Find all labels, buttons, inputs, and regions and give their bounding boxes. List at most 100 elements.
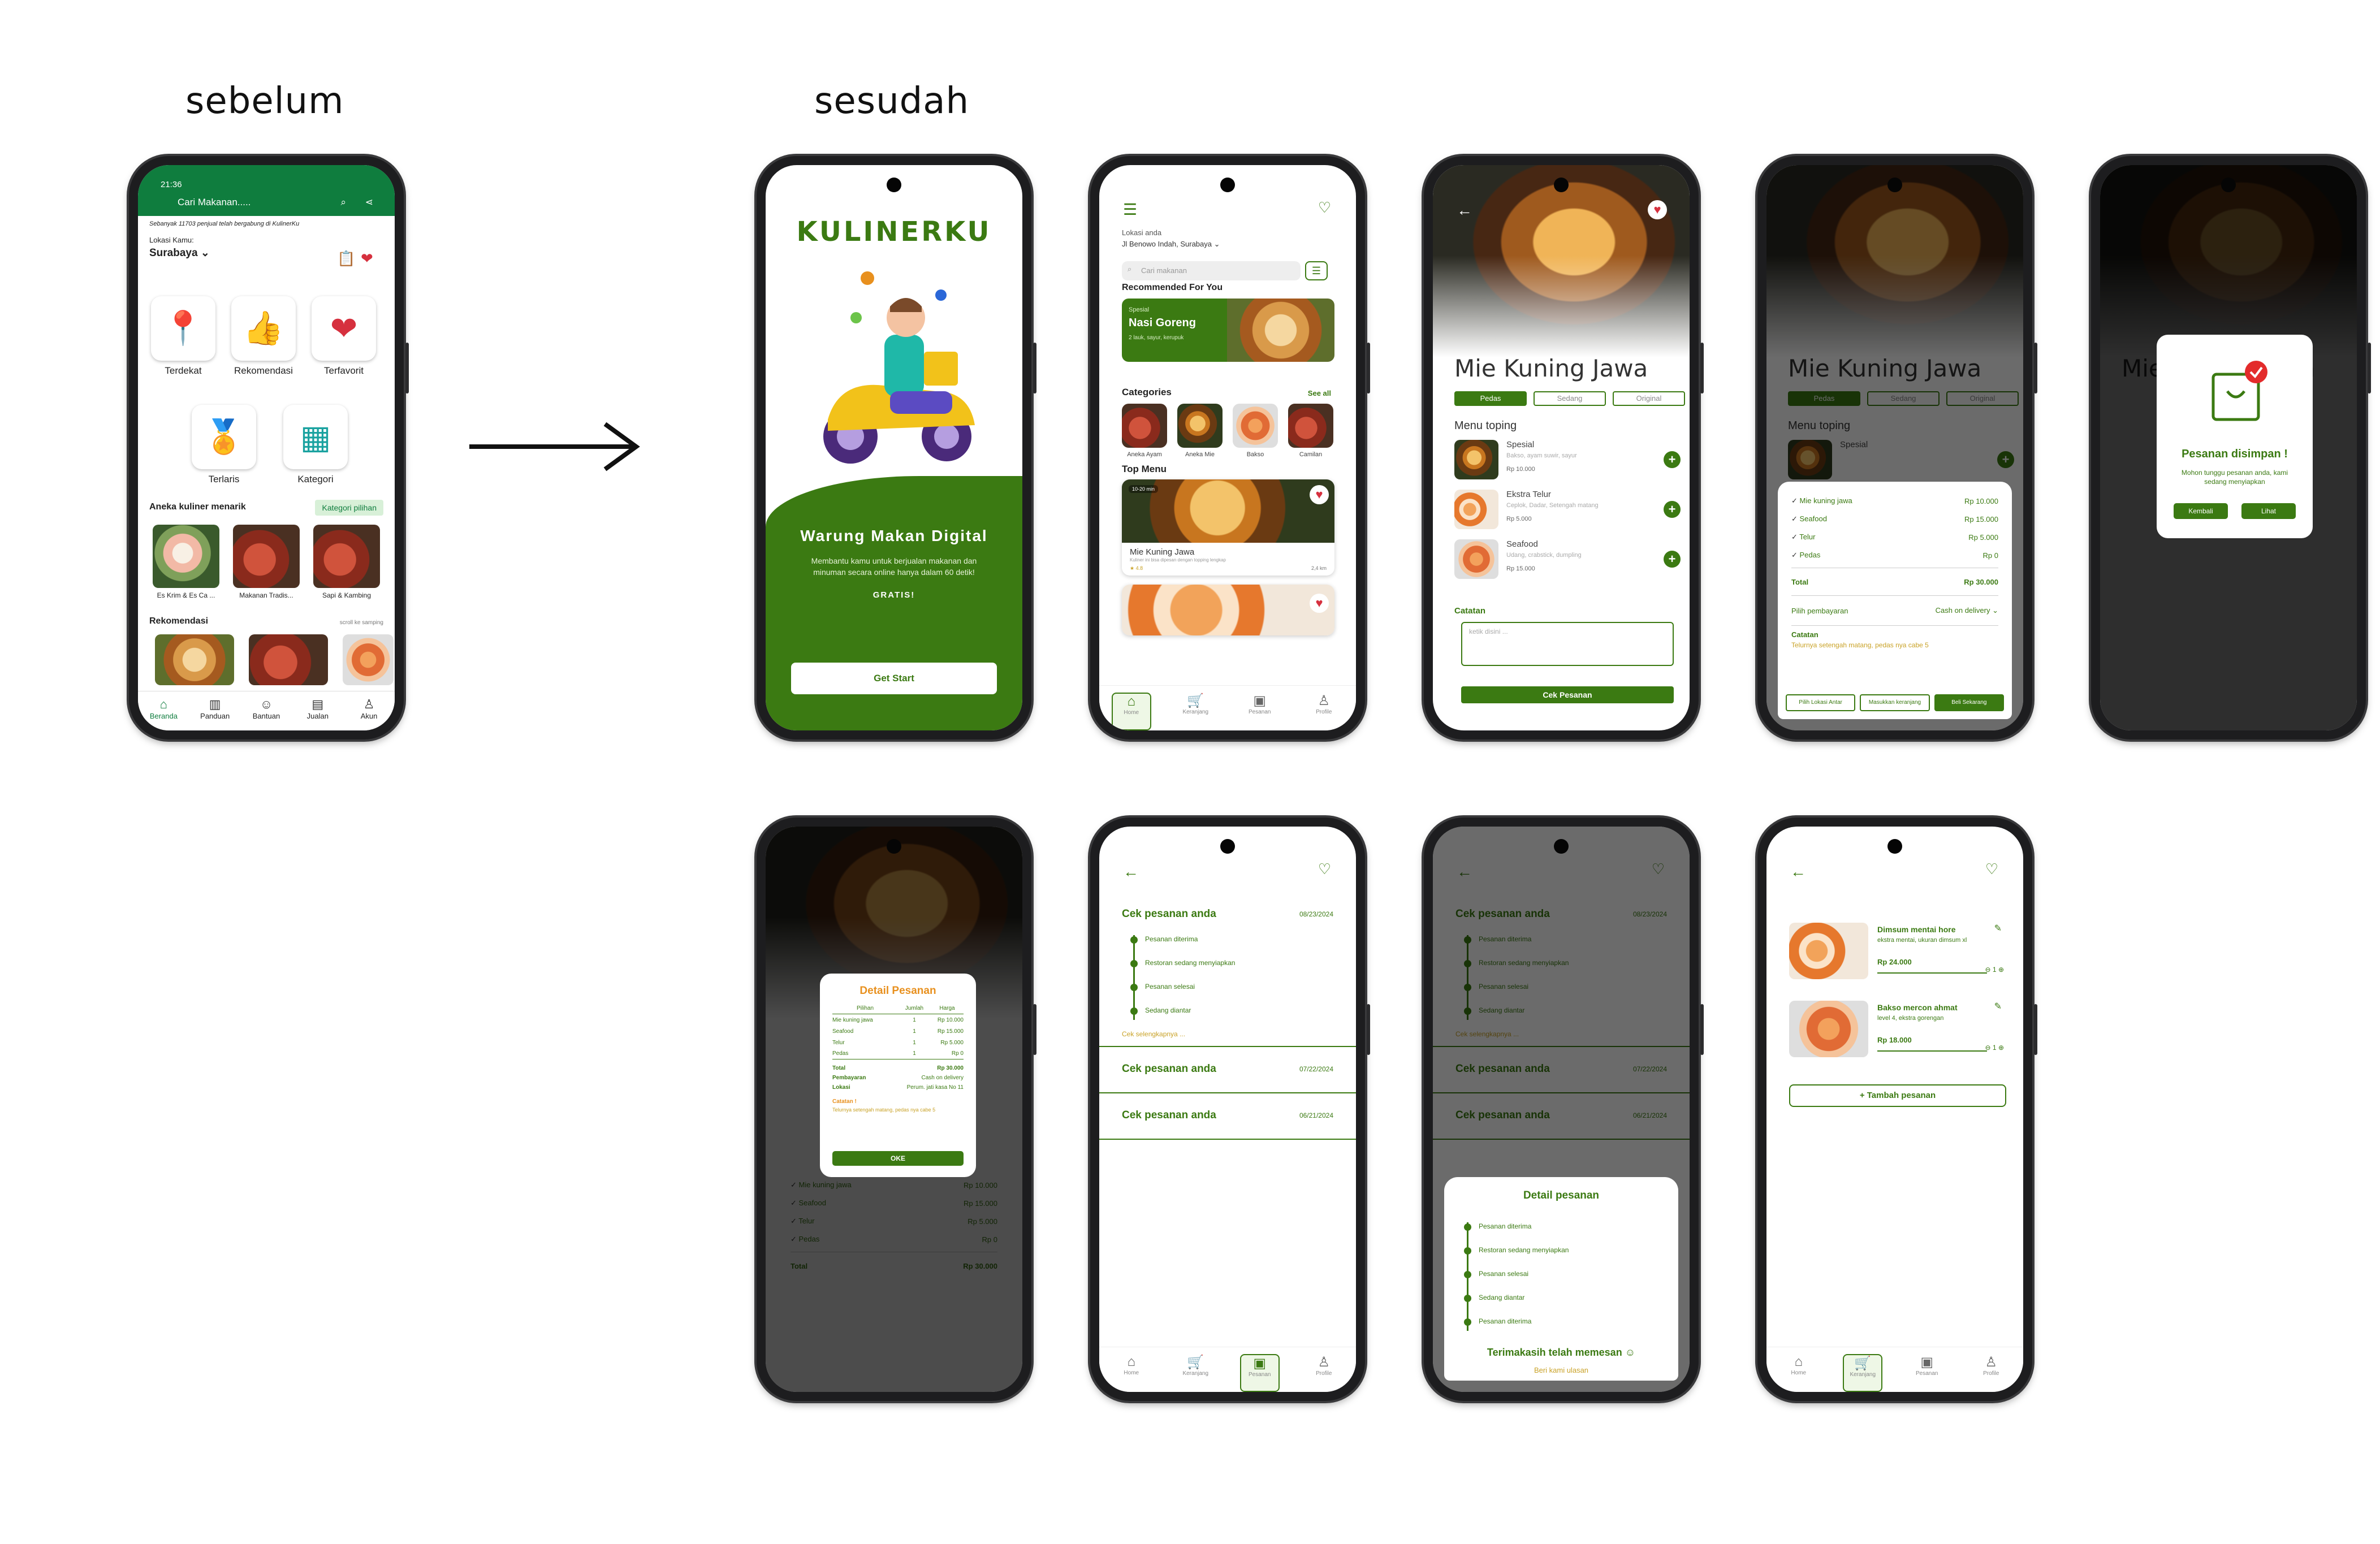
nav-panduan[interactable]: ▥ Panduan [192, 697, 237, 730]
top-item-time: 10-20 min [1129, 485, 1159, 493]
nav-bantuan[interactable]: ☺ Bantuan [244, 697, 289, 730]
price-value: 15.000 [1516, 565, 1535, 572]
nav-orders[interactable]: ▣ Pesanan [1907, 1354, 1947, 1392]
nav-cart[interactable]: 🛒 Keranjang [1176, 1354, 1215, 1392]
nav-cart[interactable]: 🛒 Keranjang [1176, 693, 1215, 730]
tile-terfavorit[interactable]: ❤ Terfavorit [310, 296, 378, 377]
tile-terlaris[interactable]: 🏅 Terlaris [190, 405, 258, 485]
modal-row: Mie kuning jawa 1 Rp 10.000 [832, 1014, 964, 1026]
add-button[interactable]: + [1664, 501, 1681, 518]
phone-detail: ← ♥ Mie Kuning Jawa Pedas Sedang Origina… [1424, 156, 1704, 739]
nav-akun[interactable]: ♙ Akun [347, 697, 392, 730]
heart-icon[interactable]: ♥ [1310, 485, 1329, 504]
pay-value: Cash on delivery [921, 1075, 964, 1081]
tab-original[interactable]: Original [1613, 391, 1685, 406]
add-button[interactable]: + [1664, 551, 1681, 568]
back-arrow-icon[interactable]: ← [1457, 201, 1472, 219]
category-chip[interactable]: Kategori pilihan [315, 500, 383, 516]
phone-order-detail: Mie kuning jawa Rp 10.000 Seafood Rp 15.00… [757, 818, 1036, 1401]
filter-button[interactable]: ☰ [1305, 261, 1328, 280]
buy-now-button[interactable]: Beli Sekarang [1934, 694, 2004, 711]
nav-profile[interactable]: ♙ Profile [1304, 693, 1344, 730]
th-jumlah: Jumlah [905, 1005, 924, 1011]
categories-title: Categories [1122, 387, 1172, 397]
search-input[interactable]: ⌕ Cari makanan [1122, 261, 1301, 280]
payment-select[interactable]: Pilih pembayaran Cash on delivery ⌄ [1791, 599, 1998, 622]
heart-icon[interactable]: ♥ [1310, 594, 1329, 613]
nav-jualan[interactable]: ▤ Jualan [295, 697, 340, 730]
edit-icon[interactable]: ✎ [1994, 1001, 2002, 1012]
nav-profile[interactable]: ♙ Profile [1971, 1354, 2011, 1392]
top-menu-card[interactable]: 10-20 min ♥ Mie Kuning Jawa Kuliner ini … [1122, 479, 1334, 576]
cell-qty: 1 [913, 1028, 916, 1035]
clipboard-icon[interactable]: 📋 [337, 250, 355, 267]
order-block[interactable]: Cek pesanan anda 07/22/2024 [1099, 1048, 1356, 1093]
pay-label: Pilih pembayaran [1791, 606, 1848, 615]
edit-icon[interactable]: ✎ [1994, 923, 2002, 934]
top-menu-card-2[interactable]: ♥ [1122, 585, 1334, 635]
see-all-link[interactable]: See all [1308, 389, 1331, 397]
row-name: Mie kuning jawa [1791, 496, 1852, 505]
category-item[interactable]: Camilan [1288, 404, 1333, 458]
share-icon[interactable]: ⋖ [365, 197, 373, 208]
recommend-image[interactable] [249, 634, 328, 685]
nav-orders[interactable]: ▣ Pesanan [1239, 1354, 1280, 1392]
nav-home[interactable]: ⌂ Home [1111, 693, 1151, 730]
back-arrow-icon[interactable]: ← [1790, 863, 1806, 881]
back-arrow-icon[interactable]: ← [1123, 863, 1139, 881]
nav-orders[interactable]: ▣ Pesanan [1240, 693, 1280, 730]
see-more-link[interactable]: Cek selengkapnya ... [1122, 1030, 1185, 1038]
nav-home[interactable]: ⌂ Home [1779, 1354, 1819, 1392]
favorite-list-icon[interactable]: ❤ [361, 250, 373, 267]
search-icon[interactable]: ⌕ [340, 197, 346, 208]
topping-price: Rp 15.000 [1506, 565, 1535, 572]
store-icon: ▤ [312, 697, 324, 711]
category-image [1122, 404, 1167, 448]
food-card[interactable]: Makanan Tradis... [233, 525, 300, 599]
order-block[interactable]: Cek pesanan anda 06/21/2024 [1099, 1095, 1356, 1140]
choose-location-button[interactable]: Pilih Lokasi Antar [1786, 694, 1856, 711]
back-button[interactable]: Kembali [2174, 503, 2228, 519]
nav-home[interactable]: ⌂ Home [1112, 1354, 1151, 1392]
recommend-image[interactable] [155, 634, 234, 685]
food-card[interactable]: Es Krim & Es Ca ... [153, 525, 219, 599]
category-item[interactable]: Aneka Mie [1177, 404, 1223, 458]
nav-profile[interactable]: ♙ Profile [1304, 1354, 1344, 1392]
nav-label: Beranda [149, 712, 178, 720]
location-value[interactable]: Jl Benowo Indah, Surabaya ⌄ [1122, 240, 1220, 249]
order-title: Cek pesanan anda [1122, 1063, 1216, 1075]
location-select[interactable]: Surabaya ⌄ [149, 246, 210, 260]
check-order-button[interactable]: Cek Pesanan [1461, 686, 1674, 703]
recommended-card[interactable]: Spesial Nasi Goreng 2 lauk, sayur, kerup… [1122, 299, 1334, 362]
view-button[interactable]: Lihat [2241, 503, 2296, 519]
menu-icon[interactable]: ☰ [1123, 200, 1137, 219]
nav-beranda[interactable]: ⌂ Beranda [141, 697, 186, 730]
tab-pedas[interactable]: Pedas [1454, 391, 1527, 406]
category-item[interactable]: Aneka Ayam [1122, 404, 1167, 458]
quantity-stepper[interactable]: ⊖ 1 ⊕ [1985, 1044, 2004, 1052]
add-to-cart-button[interactable]: Masukkan keranjang [1860, 694, 1930, 711]
favorite-icon[interactable]: ♡ [1318, 199, 1331, 217]
tab-sedang[interactable]: Sedang [1534, 391, 1606, 406]
get-start-button[interactable]: Get Start [791, 663, 997, 694]
heart-icon[interactable]: ♥ [1648, 200, 1667, 219]
detail-screen: ← ♥ Mie Kuning Jawa Pedas Sedang Origina… [1433, 165, 1690, 730]
add-button[interactable]: + [1664, 451, 1681, 468]
review-link[interactable]: Beri kami ulasan [1444, 1366, 1678, 1374]
category-item[interactable]: Bakso [1233, 404, 1278, 458]
food-card[interactable]: Sapi & Kambing [313, 525, 380, 599]
quantity-stepper[interactable]: ⊖ 1 ⊕ [1985, 966, 2004, 974]
tile-terdekat[interactable]: 📍 Terdekat [149, 296, 217, 377]
ok-button[interactable]: OKE [832, 1151, 964, 1166]
favorite-icon[interactable]: ♡ [1318, 860, 1331, 878]
nav-cart[interactable]: 🛒 Keranjang [1843, 1354, 1883, 1392]
recommend-image[interactable] [343, 634, 394, 685]
favorite-icon[interactable]: ♡ [1985, 860, 1998, 878]
note-input[interactable]: ketik disini ... [1461, 622, 1674, 666]
order-block[interactable]: Cek pesanan anda 08/23/2024 Pesanan dite… [1099, 900, 1356, 1047]
add-order-button[interactable]: + Tambah pesanan [1789, 1084, 2006, 1107]
tile-kategori[interactable]: ▦ Kategori [282, 405, 349, 485]
tile-rekomendasi[interactable]: 👍 Rekomendasi [230, 296, 297, 377]
topping-price: Rp 5.000 [1506, 516, 1532, 522]
old-search-bar[interactable]: Cari Makanan..... ⌕ ⋖ [155, 197, 378, 215]
